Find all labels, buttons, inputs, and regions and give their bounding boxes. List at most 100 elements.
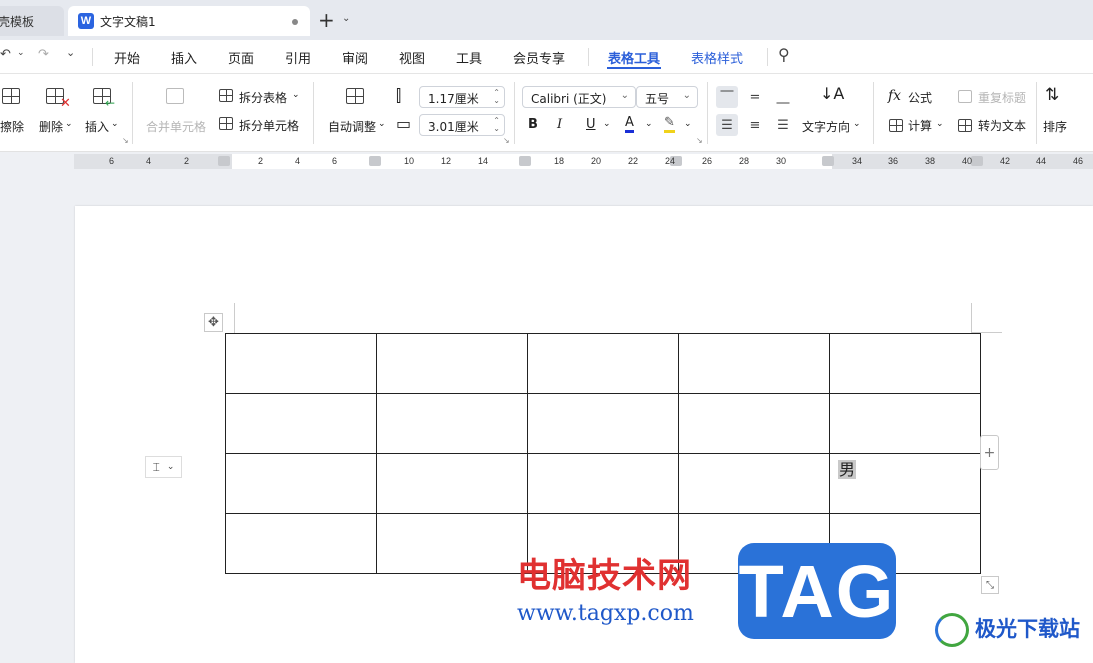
merge-cells-button[interactable]: 合并单元格 [146,118,206,135]
sort-icon[interactable]: ⇅ [1045,85,1059,105]
text-direction-button[interactable]: 文字方向 [802,118,850,135]
chevron-down-icon[interactable]: ⌄ [65,119,73,129]
chevron-down-icon[interactable]: ⌄ [342,13,350,24]
unsaved-dot-icon[interactable] [292,19,298,25]
tab-template[interactable]: 壳模板 [0,6,64,36]
table-cell[interactable] [527,393,679,454]
align-top-icon[interactable]: ⎺ [716,86,738,108]
menu-table-tools[interactable]: 表格工具 [608,48,660,67]
table-move-icon[interactable]: ✥ [204,313,223,332]
chevron-down-icon[interactable]: ⌄ [66,46,75,59]
selected-cell-text[interactable]: 男 [838,460,857,479]
font-name-value: Calibri (正文) [531,92,607,106]
menu-member[interactable]: 会员专享 [513,48,565,67]
add-column-icon[interactable]: + [980,435,999,470]
chevron-down-icon[interactable]: ⌄ [111,119,119,129]
chevron-down-icon[interactable]: ⌄ [292,90,300,100]
menu-review[interactable]: 审阅 [342,48,368,67]
text-direction-icon[interactable]: ↓A [820,84,844,103]
align-center-icon[interactable]: ≡ [744,114,766,136]
menu-table-style[interactable]: 表格样式 [691,48,743,67]
undo-icon[interactable]: ↶ [0,47,11,62]
erase-table-icon[interactable] [2,88,20,104]
watermark-url: www.tagxp.com [517,601,694,626]
table-cell[interactable] [678,453,830,514]
expand-dialog-icon[interactable]: ↘ [503,136,510,145]
chevron-down-icon[interactable]: ⌄ [603,119,611,129]
sort-button[interactable]: 排序 [1043,118,1067,135]
repeat-header-button[interactable]: 重复标题 [978,89,1026,106]
table-cell[interactable] [527,453,679,514]
font-color-icon[interactable]: A [625,116,634,133]
ruler-column-marker[interactable] [519,156,531,166]
bold-icon[interactable]: B [528,117,538,132]
table-cell[interactable]: 男 [829,453,981,514]
insert-button[interactable]: 插入 [85,118,109,135]
table-cell[interactable] [376,513,528,574]
selected-tab-underline [607,67,661,69]
chevron-down-icon[interactable]: ⌄ [936,119,944,129]
stepper-icon[interactable]: ⌃ ⌄ [493,117,500,133]
ruler-column-marker[interactable] [822,156,834,166]
chevron-down-icon[interactable]: ⌄ [378,119,386,129]
ruler-column-marker[interactable] [369,156,381,166]
menu-view[interactable]: 视图 [399,48,425,67]
formula-button[interactable]: 公式 [908,89,932,106]
row-height-field[interactable]: 1.17厘米 ⌃ ⌄ [419,86,505,108]
erase-button[interactable]: 擦除 [0,118,24,135]
chevron-down-icon[interactable]: ⌄ [645,119,653,129]
table-cell[interactable] [376,393,528,454]
highlight-icon[interactable]: ✎ [664,116,675,133]
menu-home[interactable]: 开始 [114,48,140,67]
font-name-select[interactable]: Calibri (正文) ⌄ [522,86,636,108]
table-cell[interactable] [678,393,830,454]
split-table-button[interactable]: 拆分表格 [239,89,287,106]
tab-document[interactable]: W 文字文稿1 [68,6,310,36]
align-right-icon[interactable]: ☰ [772,114,794,136]
expand-dialog-icon[interactable]: ↘ [122,136,129,145]
table-cell[interactable] [225,453,377,514]
table-cell[interactable] [376,333,528,394]
convert-to-text-button[interactable]: 转为文本 [978,117,1026,134]
menu-reference[interactable]: 引用 [285,48,311,67]
auto-adjust-button[interactable]: 自动调整 [328,118,376,135]
menu-page[interactable]: 页面 [228,48,254,67]
table-cell[interactable] [829,333,981,394]
delete-button[interactable]: 删除 [39,118,63,135]
align-left-icon[interactable]: ☰ [716,114,738,136]
stepper-icon[interactable]: ⌃ ⌄ [493,89,500,105]
auto-adjust-icon[interactable] [346,88,364,104]
menu-tools[interactable]: 工具 [456,48,482,67]
table-cell[interactable] [225,393,377,454]
chevron-down-icon[interactable]: ⌄ [684,119,692,129]
italic-icon[interactable]: I [557,117,562,132]
ruler-column-marker[interactable] [218,156,230,166]
calculate-button[interactable]: 计算 [908,117,932,134]
font-size-select[interactable]: 五号 ⌄ [636,86,698,108]
row-tool-button[interactable]: ⌶ ⌄ [145,456,182,478]
split-cells-button[interactable]: 拆分单元格 [239,117,299,134]
search-icon[interactable]: ⚲ [778,45,790,64]
table-cell[interactable] [527,333,679,394]
expand-dialog-icon[interactable]: ↘ [696,136,703,145]
table-cell[interactable] [829,393,981,454]
table-resize-icon[interactable]: ⤡ [981,576,999,594]
new-tab-icon[interactable]: + [318,8,335,32]
col-width-field[interactable]: 3.01厘米 ⌃ ⌄ [419,114,505,136]
table-cell[interactable] [225,513,377,574]
chevron-down-icon[interactable]: ⌄ [853,119,861,129]
row-format-icon: ⌶ [152,459,160,474]
redo-icon[interactable]: ↷ [38,47,49,62]
table-cell[interactable] [225,333,377,394]
underline-icon[interactable]: U [586,117,596,132]
menu-insert[interactable]: 插入 [171,48,197,67]
menu-bar: ↶ ⌄ ↷ ⌄ 开始 插入 页面 引用 审阅 视图 工具 会员专享 表格工具 表… [0,40,1093,74]
ruler-column-marker[interactable] [971,156,983,166]
align-middle-icon[interactable]: = [744,86,766,108]
margin-guide [234,303,235,333]
chevron-down-icon[interactable]: ⌄ [17,48,25,58]
ruler-label: 34 [852,156,863,166]
align-bottom-icon[interactable]: ⎽ [772,86,794,108]
table-cell[interactable] [376,453,528,514]
table-cell[interactable] [678,333,830,394]
